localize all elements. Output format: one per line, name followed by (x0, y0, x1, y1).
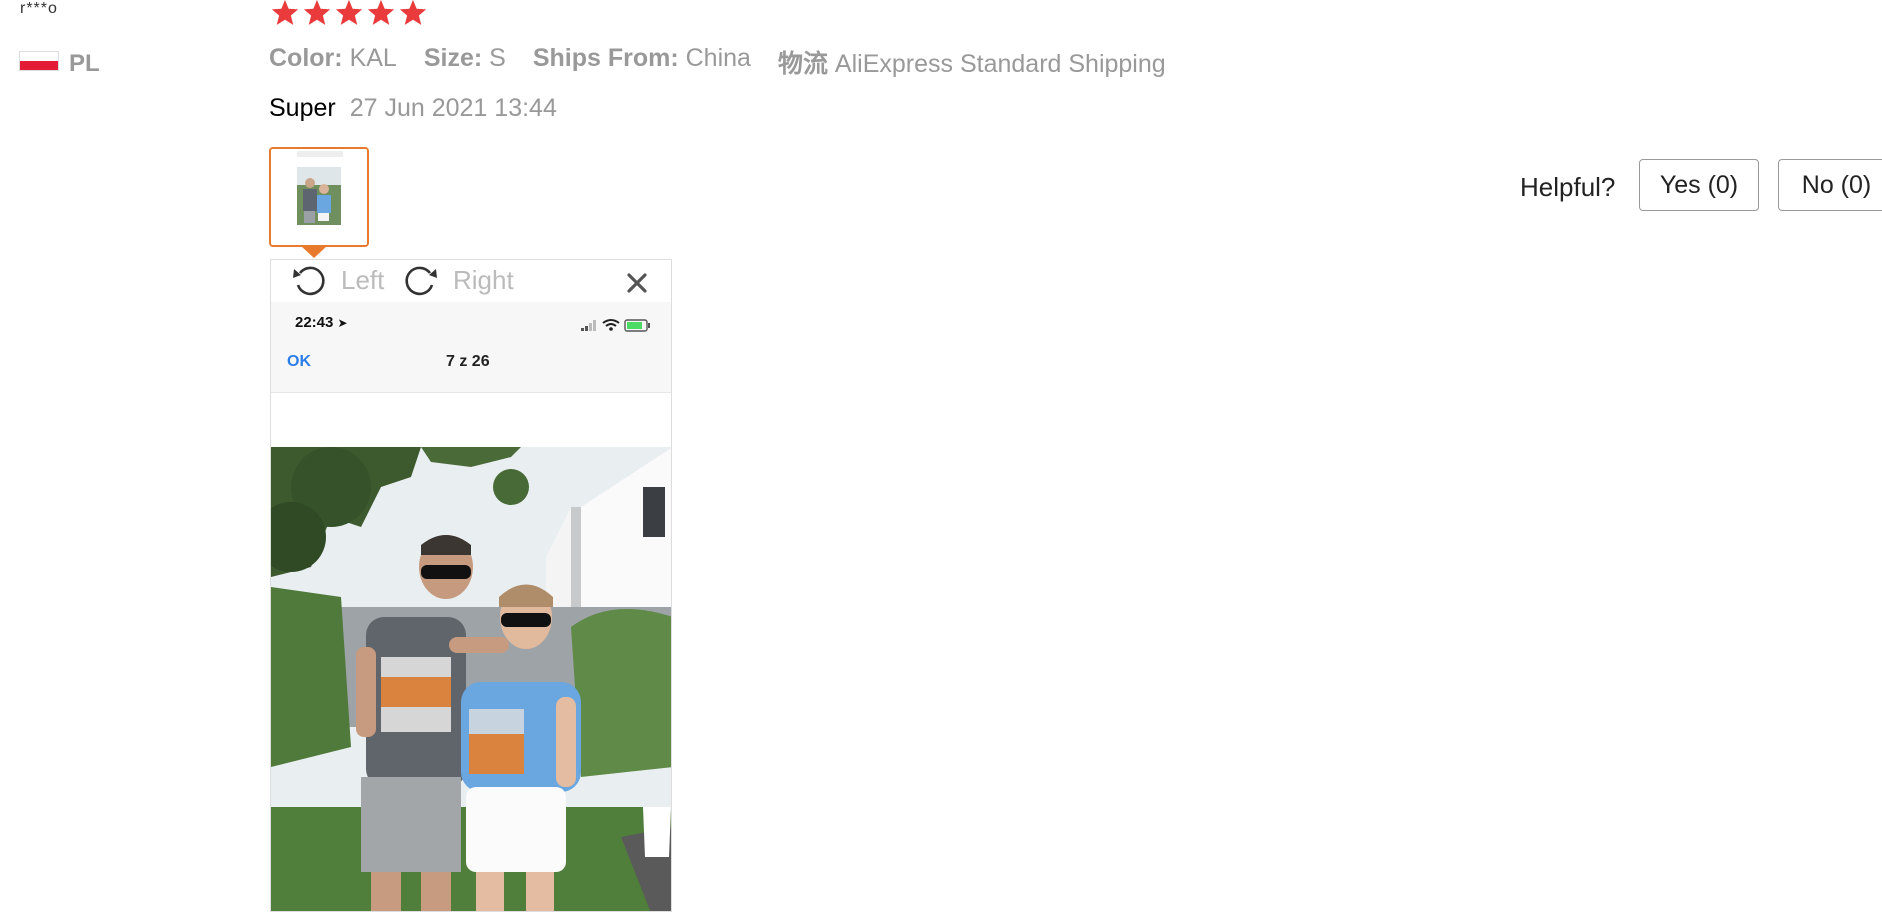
star-icon (271, 0, 299, 25)
review-date: 27 Jun 2021 13:44 (349, 94, 557, 122)
attr-color: Color: KAL (269, 44, 397, 72)
rotate-left-label: Left (341, 264, 385, 295)
rotate-right-button[interactable]: Right (403, 263, 514, 297)
helpful-label: Helpful? (1520, 172, 1616, 202)
viewer-toolbar: Left Right (271, 260, 671, 302)
ios-photo-counter: 7 z 26 (446, 353, 490, 370)
close-icon[interactable] (622, 268, 652, 298)
rotate-right-icon (405, 266, 437, 296)
order-attributes: Color: KAL Size: S Ships From: China 物流 … (269, 44, 1193, 80)
rotate-right-label: Right (453, 264, 514, 295)
ios-ok-button: OK (287, 353, 311, 370)
attr-size: Size: S (423, 44, 506, 72)
review-photo-thumbnail[interactable] (269, 147, 369, 247)
photo-viewer: Left Right 22:43 ➤ OK 7 z 26 (270, 259, 672, 912)
review-line: Super 27 Jun 2021 13:44 (269, 94, 557, 123)
review-text: Super (269, 94, 336, 122)
rotate-left-icon (293, 266, 325, 296)
star-icon (335, 0, 363, 25)
star-icon (367, 0, 395, 25)
status-time: 22:43 ➤ (295, 314, 348, 331)
review-photo (271, 447, 671, 911)
star-icon (303, 0, 331, 25)
star-rating (270, 0, 428, 30)
thumbnail-pointer (301, 246, 327, 258)
rotate-left-button[interactable]: Left (291, 263, 384, 297)
star-icon (399, 0, 427, 25)
attr-logistics: 物流 AliExpress Standard Shipping (777, 50, 1166, 78)
helpful-no-button[interactable]: No (0) (1778, 159, 1882, 211)
attr-ships-from: Ships From: China (532, 44, 751, 72)
helpful-yes-button[interactable]: Yes (0) (1639, 159, 1759, 211)
reviewer-country: PL (69, 50, 100, 77)
reviewer-name: r***o (20, 0, 58, 17)
ios-nav-bar: 22:43 ➤ OK 7 z 26 (271, 302, 671, 393)
poland-flag-icon (19, 51, 59, 71)
status-icons (581, 319, 650, 332)
